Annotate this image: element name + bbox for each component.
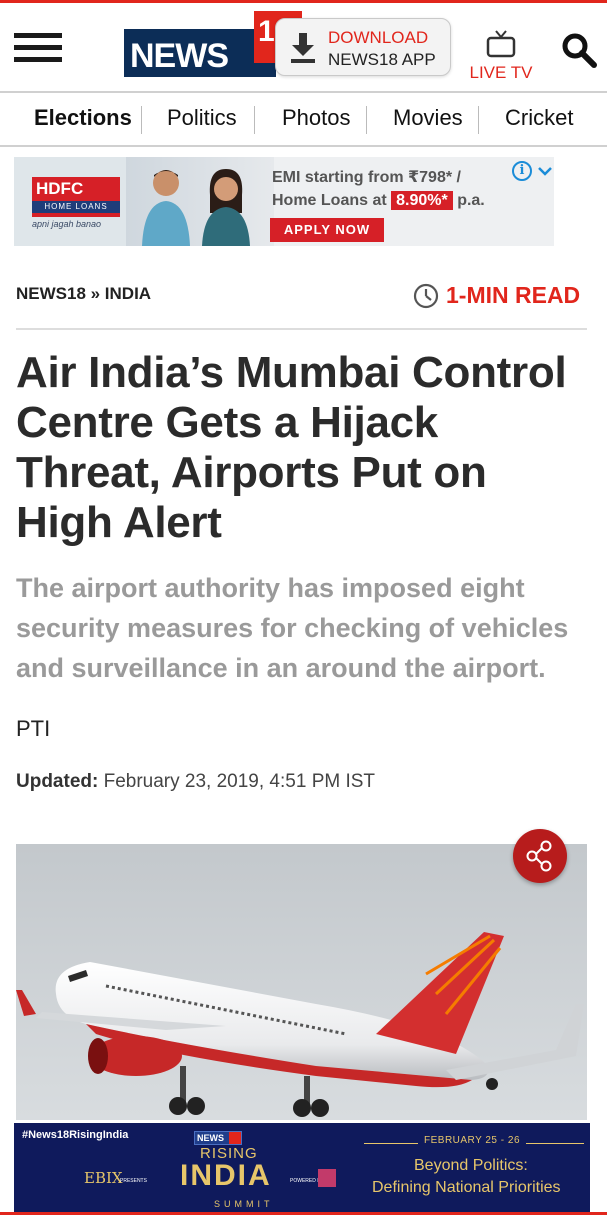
article-headline: Air India’s Mumbai Control Centre Gets a… <box>16 348 567 547</box>
ad-rate-prefix: Home Loans at <box>272 192 387 209</box>
read-time-label: 1-MIN READ <box>446 282 581 308</box>
live-tv-link[interactable]: LIVE TV <box>465 29 537 85</box>
nav-separator <box>478 106 479 134</box>
share-icon <box>526 840 552 872</box>
ad-rate-line: Home Loans at 8.90%* p.a. <box>272 191 485 210</box>
article-hero-image[interactable] <box>16 844 587 1120</box>
banner-news18-text: NEWS <box>197 1133 224 1143</box>
updated-label: Updated: <box>16 771 99 792</box>
hdfc-tagline: apni jagah banao <box>32 219 102 229</box>
banner-india: INDIA <box>180 1159 272 1192</box>
breadcrumb[interactable]: NEWS18 » INDIA <box>16 284 151 304</box>
download-label: DOWNLOAD <box>328 28 429 47</box>
banner-date: FEBRUARY 25 - 26 <box>418 1135 527 1146</box>
section-divider <box>16 328 587 330</box>
nav-item-cricket[interactable]: Cricket <box>505 105 573 131</box>
ad-info-icon[interactable]: i <box>512 161 532 181</box>
hamburger-menu-icon[interactable] <box>14 33 62 63</box>
tv-icon <box>486 30 516 58</box>
banner-sponsor-logo: EBIX <box>84 1169 123 1187</box>
nav-item-politics[interactable]: Politics <box>167 105 237 131</box>
nav-item-movies[interactable]: Movies <box>393 105 463 131</box>
share-button[interactable] <box>513 829 567 883</box>
apply-now-button[interactable]: APPLY NOW <box>270 218 384 242</box>
ad-woman-figure <box>202 169 250 246</box>
ad-rate-value: 8.90%* <box>391 191 453 210</box>
hdfc-brand-text: HDFC <box>36 179 84 198</box>
nav-separator <box>141 106 142 134</box>
banner-presents: PRESENTS <box>120 1178 147 1184</box>
nav-separator <box>366 106 367 134</box>
air-india-plane-illustration <box>16 844 587 1120</box>
nav-separator <box>254 106 255 134</box>
article-author[interactable]: PTI <box>16 716 50 742</box>
category-nav: Elections Politics Photos Movies Cricket <box>0 91 607 147</box>
search-icon[interactable] <box>560 31 598 69</box>
nav-item-photos[interactable]: Photos <box>282 105 351 131</box>
clock-icon <box>413 283 439 309</box>
banner-partner-logo <box>318 1169 336 1187</box>
live-tv-label: LIVE TV <box>469 63 533 82</box>
banner-hashtag: #News18RisingIndia <box>22 1129 129 1141</box>
article-summary: The airport authority has imposed eight … <box>16 573 569 683</box>
site-header: NEWS 18 DOWNLOAD NEWS18 APP LIVE TV <box>0 3 607 89</box>
logo-text: NEWS <box>130 37 229 75</box>
article-updated: Updated: February 23, 2019, 4:51 PM IST <box>16 771 375 793</box>
nav-item-elections[interactable]: Elections <box>34 105 132 131</box>
download-app-name: NEWS18 APP <box>328 50 436 69</box>
banner-news18-logo: NEWS <box>194 1131 242 1145</box>
download-app-button[interactable]: DOWNLOAD NEWS18 APP <box>275 18 451 76</box>
hdfc-home-loan-ad[interactable]: HDFC HOME LOANS apni jagah banao EMI sta… <box>14 157 554 246</box>
hdfc-subtitle: HOME LOANS <box>32 201 120 213</box>
banner-summit: SUMMIT <box>214 1199 274 1209</box>
banner-title-line1: Beyond Politics: <box>414 1157 528 1174</box>
download-icon <box>291 33 315 63</box>
ad-brand-panel: HDFC HOME LOANS apni jagah banao <box>14 157 126 246</box>
ad-man-figure <box>142 170 190 246</box>
banner-title-line2: Defining National Priorities <box>372 1179 561 1196</box>
rising-india-summit-banner[interactable]: #News18RisingIndia EBIX PRESENTS NEWS RI… <box>14 1123 590 1212</box>
ad-photo <box>126 157 274 246</box>
updated-timestamp: February 23, 2019, 4:51 PM IST <box>103 771 376 792</box>
ad-emi-text: EMI starting from ₹798* / <box>272 169 461 186</box>
ad-rate-suffix: p.a. <box>457 192 485 209</box>
ad-collapse-chevron-icon[interactable] <box>536 161 554 181</box>
